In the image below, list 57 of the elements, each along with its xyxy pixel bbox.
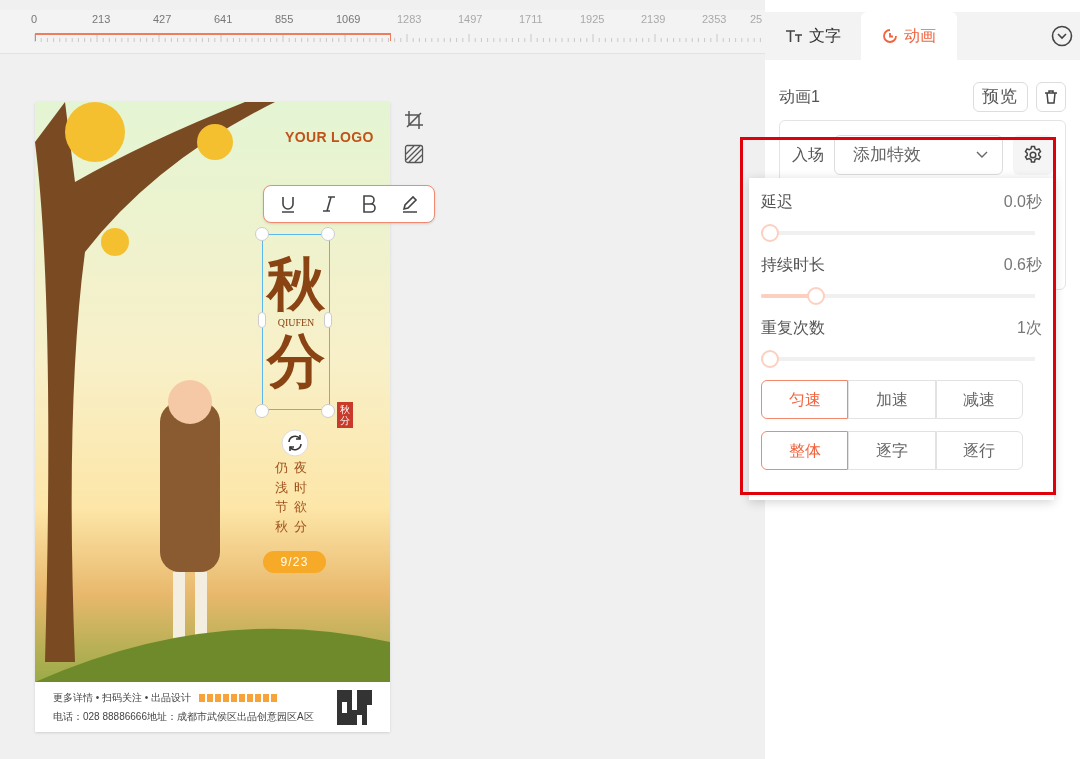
ruler-label: 855 [275,12,294,27]
poem-column: 夜时欲分 [294,458,307,536]
delete-button[interactable] [1036,82,1066,112]
clock-icon [882,28,898,44]
caret-icon [976,151,989,159]
title-character: 分 [267,329,325,392]
date-badge: 9/23 [263,551,326,573]
slider-thumb[interactable] [761,224,779,242]
title-pinyin: QIUFEN [277,315,315,330]
title-character: 秋 [267,252,325,315]
seal-stamp: 秋分 [337,402,353,428]
settings-button[interactable] [1013,135,1053,175]
ruler-label: 641 [214,12,233,27]
ruler-label: 1283 [397,12,422,27]
option-button[interactable]: 加速 [848,380,936,419]
ruler-label: 2353 [702,12,727,27]
slider-value: 0.6秒 [1003,255,1042,275]
footer-text: 电话：028 88886666地址：成都市武侯区出品创意园区A区 [53,710,314,724]
preview-button[interactable]: 预览 [972,82,1028,112]
settings-icon [1023,145,1044,165]
ruler-label: 0 [31,12,38,27]
effect-select[interactable]: 添加特效 [834,135,1004,175]
ruler-label: 2139 [641,12,666,27]
option-button[interactable]: 逐字 [848,431,936,470]
option-button[interactable]: 匀速 [761,380,849,419]
option-button[interactable]: 逐行 [935,431,1023,470]
option-button[interactable]: 整体 [761,431,849,470]
crop-icon[interactable] [404,110,424,130]
ruler-label: 427 [153,12,172,27]
rotate-icon[interactable] [281,429,309,457]
dropdown-chevron-icon[interactable] [1051,25,1073,47]
ruler-label: 1497 [458,12,483,27]
qr-code [337,689,372,725]
trash-icon [1043,89,1059,105]
resize-handle[interactable] [324,312,332,328]
tab[interactable]: 动画 [861,12,957,60]
slider-value: 1次 [1017,318,1042,338]
slider-label: 重复次数 [761,318,825,338]
logo-text: YOUR LOGO [285,128,374,147]
ruler-label: 1711 [519,12,543,27]
ruler-label: 1069 [336,12,361,27]
slider-label: 持续时长 [761,255,825,275]
resize-handle[interactable] [258,312,266,328]
pattern-icon[interactable] [404,144,424,164]
ruler-label: 1925 [580,12,605,27]
ruler-label: 25 [750,12,763,27]
text-icon [785,29,803,43]
slider-thumb[interactable] [761,350,779,368]
entry-label: 入场 [792,145,824,165]
slider-thumb[interactable] [806,287,825,305]
ruler-label: 213 [92,12,111,27]
footer-text: 更多详情 • 扫码关注 • 出品设计 [53,691,192,705]
slider-value: 0.0秒 [1003,192,1042,212]
poem-column: 仍浅节秋 [275,458,288,536]
slider-label: 延迟 [761,192,793,212]
animation-name: 动画1 [779,87,821,107]
option-button[interactable]: 减速 [935,380,1023,419]
